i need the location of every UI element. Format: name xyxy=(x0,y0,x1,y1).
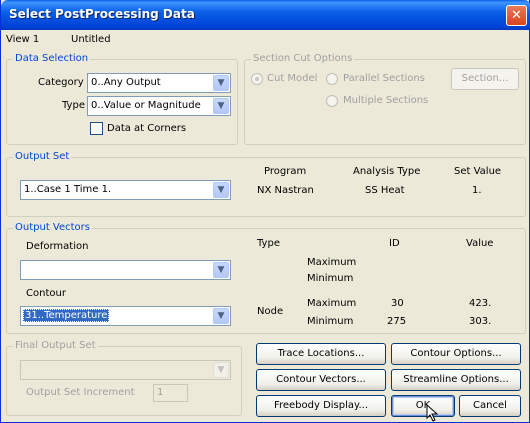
type-dropdown[interactable]: 0..Value or Magnitude ▼ xyxy=(87,96,231,116)
chevron-down-icon[interactable]: ▼ xyxy=(213,98,229,114)
final-output-set-dropdown[interactable]: ▼ xyxy=(20,360,231,380)
final-output-set-legend: Final Output Set xyxy=(13,340,98,351)
contour-minimum-id: 275 xyxy=(387,316,407,327)
title-bar[interactable]: Select PostProcessing Data ✕ xyxy=(1,0,530,30)
contour-maximum-label: Maximum xyxy=(307,298,357,309)
category-dropdown[interactable]: 0..Any Output ▼ xyxy=(87,73,231,93)
program-value: NX Nastran xyxy=(257,185,314,196)
analysis-type-header: Analysis Type xyxy=(353,166,421,177)
output-set-increment-field[interactable]: 1 xyxy=(153,384,188,402)
data-selection-legend: Data Selection xyxy=(13,53,91,64)
multiple-sections-label: Multiple Sections xyxy=(343,95,429,106)
chevron-down-icon[interactable]: ▼ xyxy=(213,182,229,198)
output-vectors-legend: Output Vectors xyxy=(13,222,92,233)
ok-button[interactable]: OK xyxy=(391,395,455,417)
value-header: Value xyxy=(466,238,494,249)
contour-maximum-id: 30 xyxy=(391,298,404,309)
set-value-value: 1. xyxy=(472,185,482,196)
view-title: Untitled xyxy=(71,34,111,45)
final-output-set-group: Final Output Set xyxy=(6,340,242,416)
freebody-display-button[interactable]: Freebody Display... xyxy=(256,395,386,417)
contour-label: Contour xyxy=(26,288,66,299)
contour-maximum-value: 423. xyxy=(469,298,492,309)
section-cut-legend: Section Cut Options xyxy=(251,53,355,64)
deformation-label: Deformation xyxy=(26,241,89,252)
deformation-dropdown[interactable]: ▼ xyxy=(20,260,231,280)
data-at-corners-checkbox[interactable] xyxy=(90,122,103,135)
view-name: View 1 xyxy=(6,34,40,45)
mouse-cursor-icon xyxy=(426,404,439,422)
category-value: 0..Any Output xyxy=(91,77,161,88)
category-label: Category xyxy=(38,77,84,88)
id-header: ID xyxy=(389,238,400,249)
contour-value: 31..Temperature xyxy=(23,309,110,322)
set-value-header: Set Value xyxy=(454,166,502,177)
output-set-legend: Output Set xyxy=(13,151,72,162)
contour-dropdown[interactable]: 31..Temperature ▼ xyxy=(20,306,231,326)
multiple-sections-radio[interactable] xyxy=(326,95,338,107)
type-header: Type xyxy=(257,238,280,249)
dialog-window: Select PostProcessing Data ✕ View 1 Unti… xyxy=(0,0,530,423)
contour-minimum-value: 303. xyxy=(469,316,492,327)
chevron-down-icon[interactable]: ▼ xyxy=(213,75,229,91)
type-label: Type xyxy=(62,100,85,111)
type-value: 0..Value or Magnitude xyxy=(91,100,201,111)
cut-model-label: Cut Model xyxy=(267,73,318,84)
chevron-down-icon[interactable]: ▼ xyxy=(213,362,229,378)
deformation-minimum-label: Minimum xyxy=(307,273,354,284)
parallel-sections-label: Parallel Sections xyxy=(343,73,425,84)
output-set-increment-label: Output Set Increment xyxy=(26,387,135,398)
analysis-type-value: SS Heat xyxy=(365,185,405,196)
cut-model-radio[interactable] xyxy=(251,73,263,85)
contour-type: Node xyxy=(257,306,284,317)
data-at-corners-label[interactable]: Data at Corners xyxy=(107,123,186,134)
close-button[interactable]: ✕ xyxy=(506,5,527,26)
output-set-value: 1..Case 1 Time 1. xyxy=(24,184,112,195)
output-set-dropdown[interactable]: 1..Case 1 Time 1. ▼ xyxy=(20,180,231,200)
chevron-down-icon[interactable]: ▼ xyxy=(213,308,229,324)
contour-vectors-button[interactable]: Contour Vectors... xyxy=(256,369,386,391)
chevron-down-icon[interactable]: ▼ xyxy=(213,262,229,278)
deformation-maximum-label: Maximum xyxy=(307,257,357,268)
cancel-button[interactable]: Cancel xyxy=(459,395,521,417)
contour-options-button[interactable]: Contour Options... xyxy=(391,343,521,365)
trace-locations-button[interactable]: Trace Locations... xyxy=(256,343,386,365)
program-header: Program xyxy=(264,166,307,177)
parallel-sections-radio[interactable] xyxy=(326,73,338,85)
streamline-options-button[interactable]: Streamline Options... xyxy=(391,369,521,391)
section-button[interactable]: Section... xyxy=(451,68,519,90)
contour-minimum-label: Minimum xyxy=(307,316,354,327)
window-title: Select PostProcessing Data xyxy=(9,7,195,21)
